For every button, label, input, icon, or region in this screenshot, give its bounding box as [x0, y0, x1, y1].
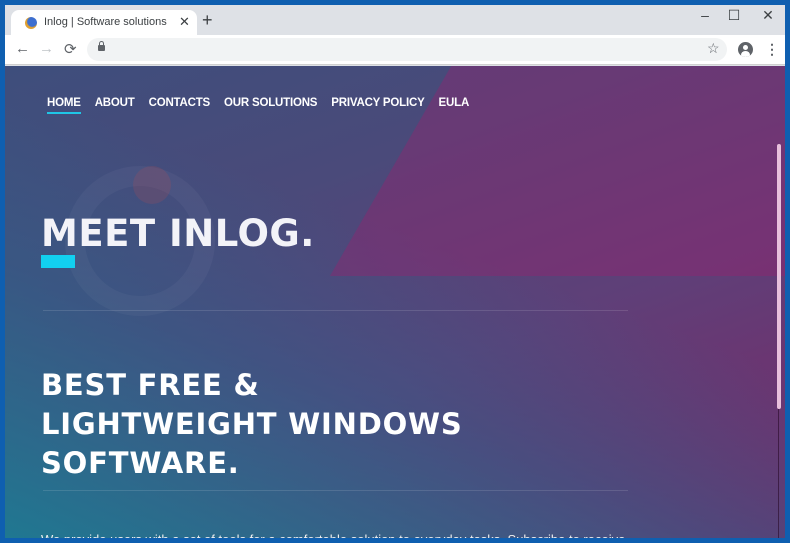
menu-dots-icon[interactable]: ⋮ — [765, 41, 779, 57]
web-page: HOME ABOUT CONTACTS OUR SOLUTIONS PRIVAC… — [5, 66, 785, 538]
browser-toolbar: ← → ⟳ ☆ ⋮ — [5, 35, 785, 65]
accent-bar — [41, 255, 75, 268]
scrollbar-track[interactable] — [778, 409, 779, 538]
back-arrow-icon[interactable]: ← — [15, 40, 30, 57]
close-window-button[interactable]: ✕ — [756, 7, 780, 24]
favicon-icon — [25, 17, 37, 29]
nav-home[interactable]: HOME — [47, 97, 81, 114]
new-tab-button[interactable]: + — [202, 11, 213, 29]
bookmark-star-icon[interactable]: ☆ — [707, 40, 720, 57]
minimize-button[interactable]: – — [693, 7, 717, 23]
browser-tab[interactable]: Inlog | Software solutions ✕ — [11, 10, 197, 38]
lock-icon — [98, 41, 105, 51]
hero-title: MEET INLOG. — [41, 212, 315, 255]
tab-strip: Inlog | Software solutions ✕ + – ☐ ✕ — [5, 5, 785, 38]
scrollbar-thumb[interactable] — [777, 144, 781, 409]
nav-our-solutions[interactable]: OUR SOLUTIONS — [224, 97, 317, 109]
description-text: We provide users with a set of tools for… — [41, 532, 625, 538]
divider — [43, 490, 628, 491]
forward-arrow-icon[interactable]: → — [39, 40, 54, 57]
subtitle-line: BEST FREE & — [41, 368, 260, 402]
hero-subtitle: BEST FREE & LIGHTWEIGHT WINDOWS SOFTWARE… — [41, 366, 601, 483]
subtitle-line: LIGHTWEIGHT WINDOWS — [41, 407, 463, 441]
site-nav: HOME ABOUT CONTACTS OUR SOLUTIONS PRIVAC… — [47, 97, 470, 114]
address-bar[interactable]: ☆ — [87, 38, 727, 61]
browser-window: Inlog | Software solutions ✕ + – ☐ ✕ ← →… — [0, 0, 790, 543]
nav-contacts[interactable]: CONTACTS — [149, 97, 211, 109]
profile-avatar-icon[interactable] — [738, 42, 753, 57]
browser-frame: Inlog | Software solutions ✕ + – ☐ ✕ ← →… — [5, 5, 785, 538]
close-tab-icon[interactable]: ✕ — [179, 14, 190, 30]
nav-about[interactable]: ABOUT — [95, 97, 135, 109]
nav-eula[interactable]: EULA — [439, 97, 470, 109]
nav-privacy-policy[interactable]: PRIVACY POLICY — [331, 97, 424, 109]
subtitle-line: SOFTWARE. — [41, 446, 240, 480]
maximize-button[interactable]: ☐ — [722, 7, 746, 24]
tab-title: Inlog | Software solutions — [44, 16, 167, 28]
reload-icon[interactable]: ⟳ — [64, 40, 77, 58]
divider — [43, 310, 628, 311]
background-decoration — [133, 166, 171, 204]
